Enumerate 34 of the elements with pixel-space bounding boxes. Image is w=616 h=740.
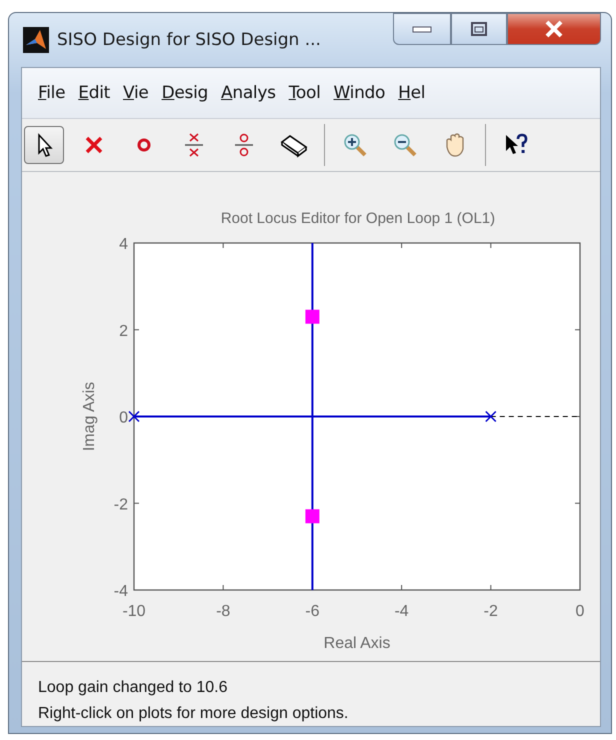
menu-item[interactable]: Hel xyxy=(398,83,426,103)
y-tick-label: 4 xyxy=(119,236,128,253)
chart-title: Root Locus Editor for Open Loop 1 (OL1) xyxy=(220,210,496,227)
y-tick-label: 2 xyxy=(119,322,128,340)
x-tick-label: -4 xyxy=(394,603,409,620)
minimize-icon xyxy=(411,24,433,34)
menu-item[interactable]: Edit xyxy=(78,83,110,103)
y-tick-label: -2 xyxy=(114,496,128,514)
minimize-button[interactable] xyxy=(393,13,451,45)
close-icon xyxy=(543,20,565,38)
menu-item[interactable]: Analys xyxy=(221,83,276,103)
status-message: Right-click on plots for more design options. xyxy=(38,704,350,724)
maximize-icon xyxy=(470,21,488,37)
x-tick-label: 0 xyxy=(576,603,584,620)
close-button[interactable] xyxy=(507,13,601,45)
x-tick-label: -8 xyxy=(216,603,230,620)
pointer-tool-button[interactable] xyxy=(24,126,64,164)
menu-item[interactable]: Windo xyxy=(334,83,386,103)
menu-item[interactable]: Desig xyxy=(162,83,208,103)
menu-item[interactable]: Vie xyxy=(123,83,149,103)
y-axis-label: Imag Axis xyxy=(81,382,98,452)
x-axis-label: Real Axis xyxy=(324,635,390,652)
x-tick-label: -2 xyxy=(484,603,498,620)
status-message: Loop gain changed to 10.6 xyxy=(38,678,228,698)
y-tick-label: -4 xyxy=(114,583,128,600)
x-tick-label: -6 xyxy=(305,603,320,620)
window-title: SISO Design for SISO Design ... xyxy=(57,30,321,50)
y-tick-label: 0 xyxy=(119,410,128,426)
x-tick-label: -10 xyxy=(122,603,146,620)
closed-loop-pole-marker[interactable] xyxy=(305,310,320,324)
maximize-button[interactable] xyxy=(451,13,507,45)
menu-item[interactable]: Tool xyxy=(288,83,321,103)
menu-item[interactable]: File xyxy=(38,83,66,103)
app-icon xyxy=(23,27,49,53)
